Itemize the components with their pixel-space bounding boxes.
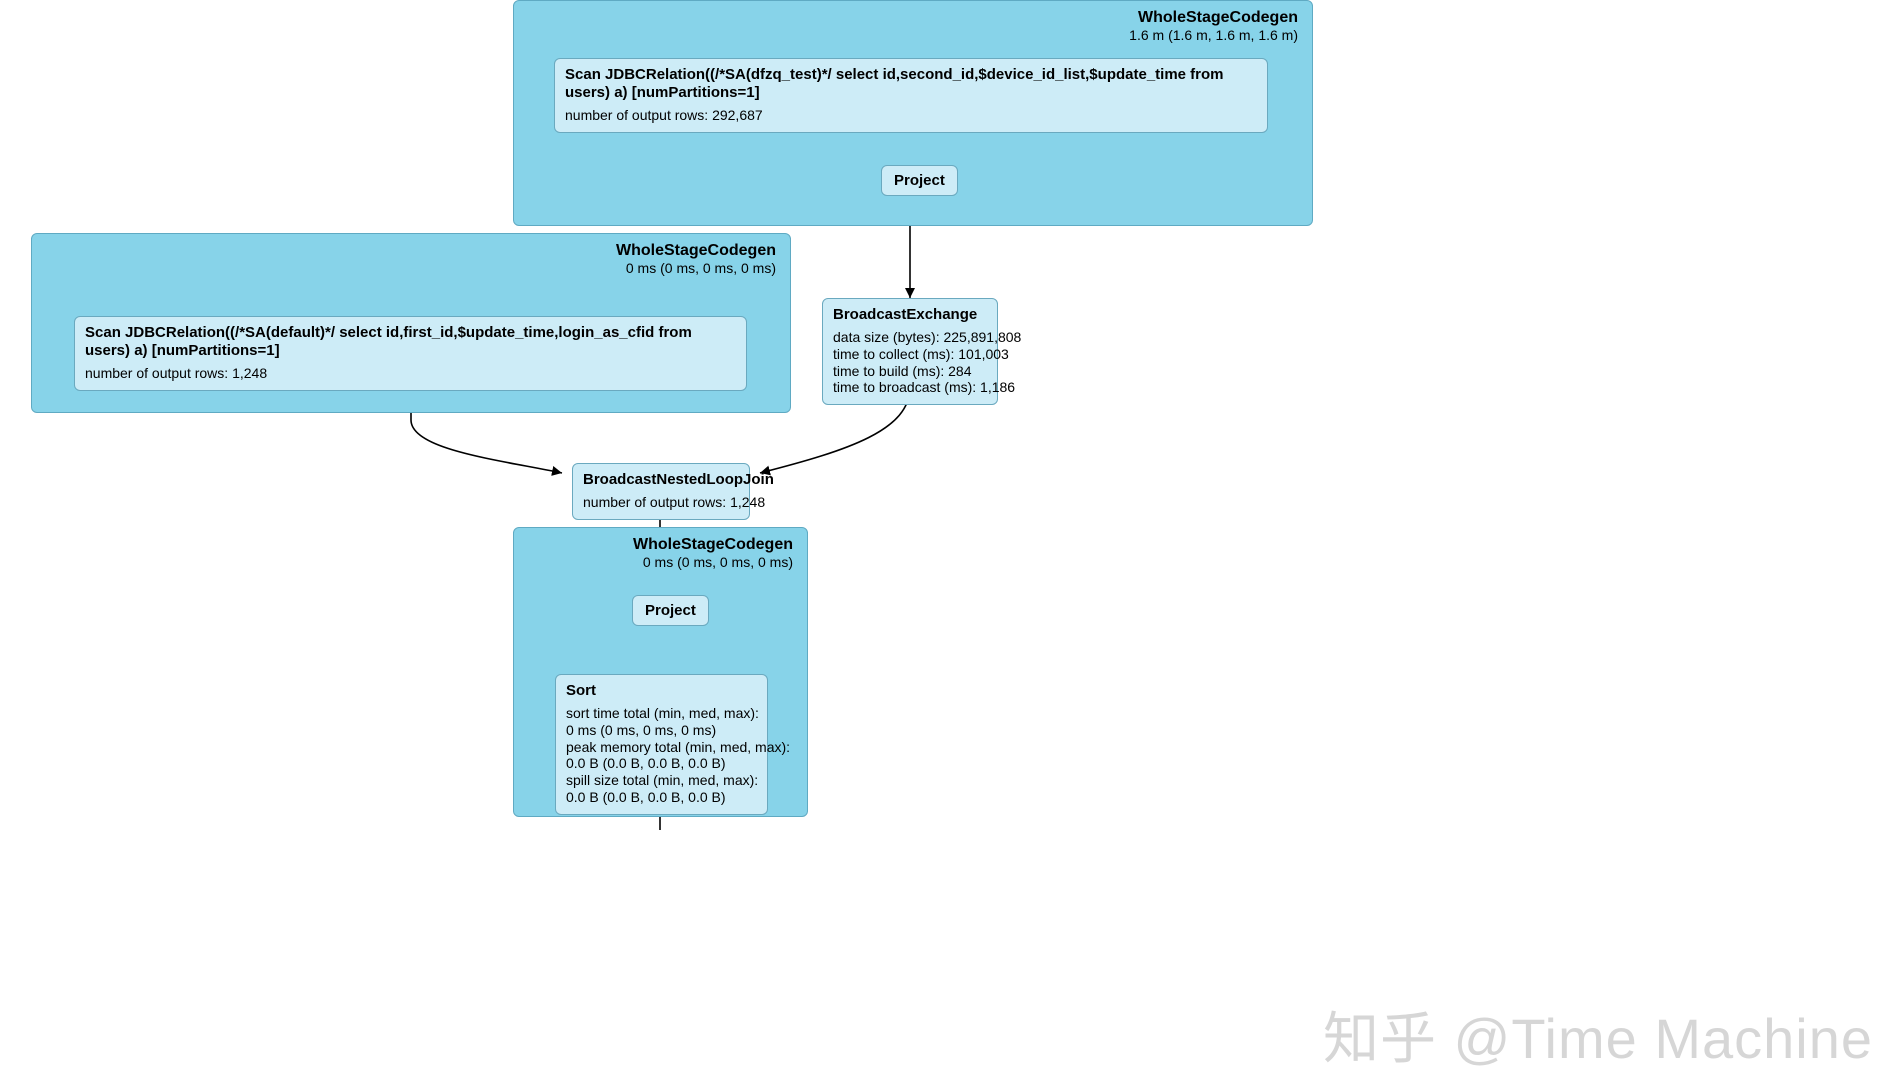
node-sort-title: Sort <box>566 682 757 700</box>
node-broadcast-exchange-line-0: data size (bytes): 225,891,808 <box>833 329 987 346</box>
stage-header-left: WholeStageCodegen 0 ms (0 ms, 0 ms, 0 ms… <box>616 242 776 276</box>
node-bnl-join-title: BroadcastNestedLoopJoin <box>583 471 739 489</box>
stage-title-left: WholeStageCodegen <box>616 242 776 260</box>
stage-title-top: WholeStageCodegen <box>1129 9 1298 27</box>
node-sort-line-5: 0.0 B (0.0 B, 0.0 B, 0.0 B) <box>566 789 757 806</box>
node-scan-left-metric: number of output rows: 1,248 <box>85 365 736 382</box>
node-bnl-join-metric: number of output rows: 1,248 <box>583 494 739 511</box>
node-project-bottom-label: Project <box>645 602 696 619</box>
node-project-top[interactable]: Project <box>881 165 958 196</box>
node-sort[interactable]: Sort sort time total (min, med, max): 0 … <box>555 674 768 815</box>
node-project-top-label: Project <box>894 172 945 189</box>
node-project-bottom[interactable]: Project <box>632 595 709 626</box>
node-bnl-join[interactable]: BroadcastNestedLoopJoin number of output… <box>572 463 750 520</box>
node-broadcast-exchange-title: BroadcastExchange <box>833 306 987 324</box>
node-sort-line-4: spill size total (min, med, max): <box>566 772 757 789</box>
node-scan-top-title: Scan JDBCRelation((/*SA(dfzq_test)*/ sel… <box>565 66 1257 102</box>
node-scan-top[interactable]: Scan JDBCRelation((/*SA(dfzq_test)*/ sel… <box>554 58 1268 133</box>
node-scan-left-title: Scan JDBCRelation((/*SA(default)*/ selec… <box>85 324 736 360</box>
watermark-text: 知乎 @Time Machine <box>1323 994 1873 1075</box>
node-scan-top-metric: number of output rows: 292,687 <box>565 107 1257 124</box>
node-scan-left[interactable]: Scan JDBCRelation((/*SA(default)*/ selec… <box>74 316 747 391</box>
stage-subtitle-bottom: 0 ms (0 ms, 0 ms, 0 ms) <box>633 554 793 570</box>
node-broadcast-exchange[interactable]: BroadcastExchange data size (bytes): 225… <box>822 298 998 405</box>
stage-subtitle-left: 0 ms (0 ms, 0 ms, 0 ms) <box>616 260 776 276</box>
stage-title-bottom: WholeStageCodegen <box>633 536 793 554</box>
node-sort-line-1: 0 ms (0 ms, 0 ms, 0 ms) <box>566 722 757 739</box>
node-sort-line-2: peak memory total (min, med, max): <box>566 739 757 756</box>
node-broadcast-exchange-line-1: time to collect (ms): 101,003 <box>833 346 987 363</box>
node-broadcast-exchange-line-3: time to broadcast (ms): 1,186 <box>833 379 987 396</box>
node-broadcast-exchange-line-2: time to build (ms): 284 <box>833 363 987 380</box>
node-sort-line-3: 0.0 B (0.0 B, 0.0 B, 0.0 B) <box>566 755 757 772</box>
node-sort-line-0: sort time total (min, med, max): <box>566 705 757 722</box>
stage-header-bottom: WholeStageCodegen 0 ms (0 ms, 0 ms, 0 ms… <box>633 536 793 570</box>
stage-subtitle-top: 1.6 m (1.6 m, 1.6 m, 1.6 m) <box>1129 27 1298 43</box>
stage-header-top: WholeStageCodegen 1.6 m (1.6 m, 1.6 m, 1… <box>1129 9 1298 43</box>
